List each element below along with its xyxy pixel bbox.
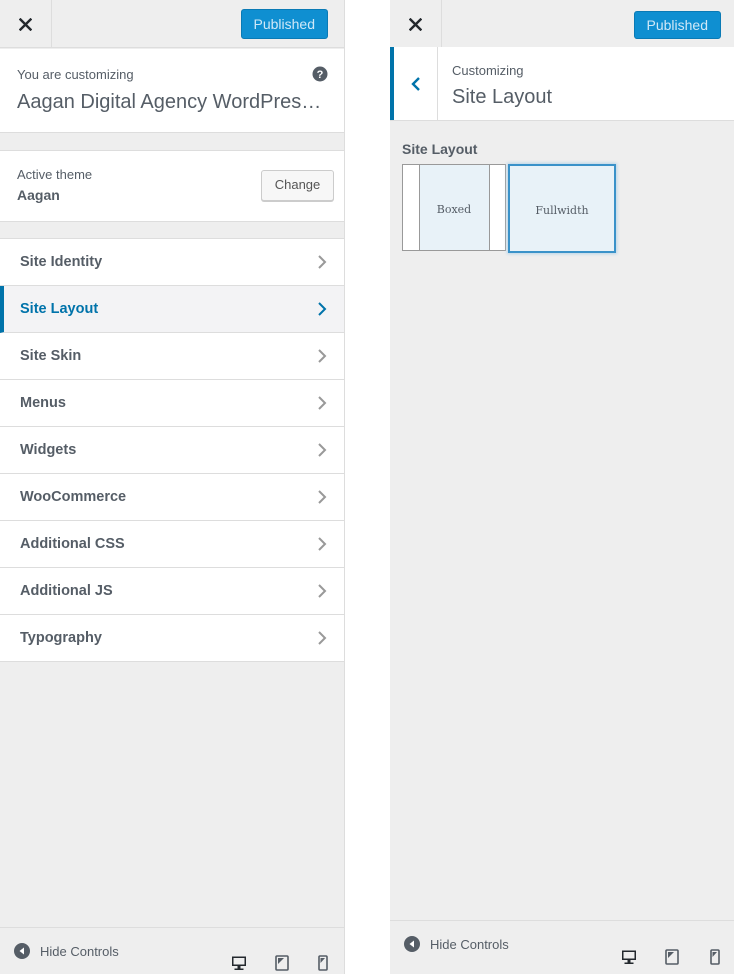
chevron-right-icon bbox=[318, 490, 327, 504]
close-button[interactable] bbox=[390, 0, 442, 48]
section-label: Additional JS bbox=[20, 583, 113, 599]
desktop-icon[interactable] bbox=[621, 949, 637, 965]
chevron-right-icon bbox=[318, 584, 327, 598]
section-label: Widgets bbox=[20, 442, 77, 458]
chevron-right-icon bbox=[318, 255, 327, 269]
section-site-skin[interactable]: Site Skin bbox=[0, 333, 344, 380]
help-icon[interactable]: ? bbox=[312, 66, 328, 82]
close-button[interactable] bbox=[0, 0, 52, 48]
layout-option-label: Boxed bbox=[436, 203, 472, 216]
customizer-header: Published bbox=[0, 0, 344, 48]
mobile-icon[interactable] bbox=[707, 949, 723, 965]
chevron-right-icon bbox=[318, 631, 327, 645]
section-label: Additional CSS bbox=[20, 536, 125, 552]
layout-option-boxed[interactable]: Boxed bbox=[402, 164, 506, 251]
hide-controls-button[interactable]: Hide Controls bbox=[404, 936, 509, 952]
active-theme-section: Active theme Aagan Change bbox=[0, 150, 344, 222]
section-label: Menus bbox=[20, 395, 66, 411]
svg-text:?: ? bbox=[317, 69, 324, 81]
hide-controls-button[interactable]: Hide Controls bbox=[14, 943, 119, 959]
customizer-panel-section: Published Customizing Site Layout Site L… bbox=[390, 0, 734, 974]
tablet-icon[interactable] bbox=[664, 949, 680, 965]
chevron-right-icon bbox=[318, 302, 327, 316]
chevron-right-icon bbox=[318, 349, 327, 363]
customizer-footer: Hide Controls bbox=[0, 927, 344, 974]
publish-button[interactable]: Published bbox=[240, 9, 328, 39]
section-woocommerce[interactable]: WooCommerce bbox=[0, 474, 344, 521]
chevron-left-icon bbox=[410, 76, 420, 91]
breadcrumb: Customizing bbox=[452, 63, 524, 78]
section-label: WooCommerce bbox=[20, 489, 127, 505]
layout-option-label: Fullwidth bbox=[535, 204, 589, 217]
tablet-icon[interactable] bbox=[274, 955, 290, 971]
section-title: Site Layout bbox=[452, 86, 553, 108]
layout-option-fullwidth[interactable]: Fullwidth bbox=[508, 164, 616, 253]
section-label: Typography bbox=[20, 630, 102, 646]
section-typography[interactable]: Typography bbox=[0, 615, 344, 662]
mobile-icon[interactable] bbox=[315, 955, 331, 971]
hide-controls-label: Hide Controls bbox=[40, 943, 119, 959]
section-menus[interactable]: Menus bbox=[0, 380, 344, 427]
section-label: Site Identity bbox=[20, 254, 103, 270]
collapse-arrow-icon bbox=[404, 936, 420, 952]
customizer-header: Published bbox=[390, 0, 734, 48]
customizer-sections-list: Site Identity Site Layout Site Skin Menu… bbox=[0, 238, 344, 662]
collapse-arrow-icon bbox=[14, 943, 30, 959]
customizing-info: You are customizing ? Aagan Digital Agen… bbox=[0, 49, 344, 133]
desktop-icon[interactable] bbox=[231, 955, 247, 971]
change-theme-button[interactable]: Change bbox=[261, 170, 334, 201]
site-title: Aagan Digital Agency WordPress Theme bbox=[17, 91, 329, 113]
chevron-right-icon bbox=[318, 537, 327, 551]
section-site-identity[interactable]: Site Identity bbox=[0, 239, 344, 286]
publish-button[interactable]: Published bbox=[633, 11, 721, 39]
site-layout-control-label: Site Layout bbox=[402, 141, 478, 157]
section-additional-css[interactable]: Additional CSS bbox=[0, 521, 344, 568]
hide-controls-label: Hide Controls bbox=[430, 936, 509, 952]
section-additional-js[interactable]: Additional JS bbox=[0, 568, 344, 615]
section-site-layout[interactable]: Site Layout bbox=[0, 286, 344, 333]
close-icon bbox=[19, 17, 32, 31]
chevron-right-icon bbox=[318, 396, 327, 410]
close-icon bbox=[409, 17, 422, 31]
section-label: Site Skin bbox=[20, 348, 82, 364]
back-button[interactable] bbox=[390, 47, 438, 120]
active-theme-name: Aagan bbox=[17, 187, 60, 203]
chevron-right-icon bbox=[318, 443, 327, 457]
section-label: Site Layout bbox=[20, 301, 99, 317]
section-widgets[interactable]: Widgets bbox=[0, 427, 344, 474]
customizer-footer: Hide Controls bbox=[390, 920, 734, 967]
customizer-panel-main: Published You are customizing ? Aagan Di… bbox=[0, 0, 345, 974]
section-header: Customizing Site Layout bbox=[390, 47, 734, 121]
active-theme-label: Active theme bbox=[17, 167, 93, 182]
customizing-label: You are customizing bbox=[17, 67, 134, 82]
